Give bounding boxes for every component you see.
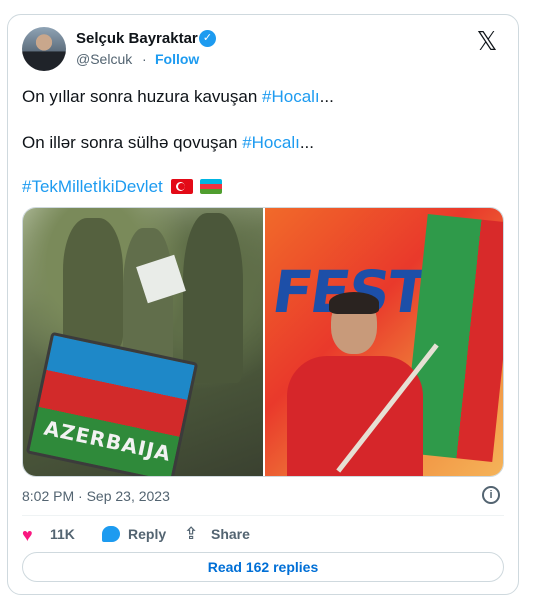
hashtag-hocali-2[interactable]: #Hocalı [242,133,300,152]
tweet-text-line-1: On yıllar sonra huzura kavuşan #Hocalı..… [22,87,334,107]
reply-label: Reply [128,526,167,542]
share-button[interactable]: ⇪ Share [184,524,264,548]
info-icon[interactable]: i [482,486,500,504]
line-2-text: On illər sonra sülhə qovuşan [22,133,243,152]
verified-badge-icon: ✓ [199,30,216,47]
read-replies-button[interactable]: Read 162 replies [22,552,504,582]
heart-icon: ♥ [22,525,33,545]
media-image-soldiers[interactable]: AZERBAIJA [23,208,263,476]
media-image-flag-bearer[interactable]: FEST [265,208,503,476]
turkey-flag-icon [170,179,193,194]
like-button[interactable]: ♥ 11K [22,524,92,548]
like-count: 11K [50,526,75,542]
follow-button[interactable]: Follow [155,51,199,67]
tweet-timestamp[interactable]: 8:02 PM · Sep 23, 2023 [22,488,170,504]
tweet-card: Selçuk Bayraktar ✓ @Selcuk · Follow 𝕏 On… [7,14,519,595]
patch-text: AZERBAIJA [41,415,174,466]
line-1-suffix: ... [319,87,334,106]
author-avatar[interactable] [22,27,66,71]
tweet-text-line-3: #TekMilletİkiDevlet [22,177,223,197]
hashtag-hocali-1[interactable]: #Hocalı [262,87,320,106]
author-name[interactable]: Selçuk Bayraktar [76,30,198,47]
red-jacket [287,356,423,476]
tweet-header: Selçuk Bayraktar ✓ @Selcuk · Follow 𝕏 [22,27,504,71]
share-label: Share [211,526,250,542]
x-logo-icon[interactable]: 𝕏 [474,29,500,55]
azerbaijan-flag-icon [200,179,223,194]
hashtag-tekmillet[interactable]: #TekMilletİkiDevlet [22,177,163,196]
line-2-suffix: ... [299,133,314,152]
tweet-media[interactable]: AZERBAIJA FEST [22,207,504,477]
person-hair [329,292,379,314]
author-handle[interactable]: @Selcuk [76,51,132,67]
handle-separator: · [142,51,147,67]
share-icon: ⇪ [184,524,199,543]
line-1-text: On yıllar sonra huzura kavuşan [22,87,263,106]
reply-bubble-icon [102,526,120,542]
reply-button[interactable]: Reply [102,524,182,548]
divider [22,515,504,516]
tweet-text-line-2: On illər sonra sülhə qovuşan #Hocalı... [22,133,314,153]
